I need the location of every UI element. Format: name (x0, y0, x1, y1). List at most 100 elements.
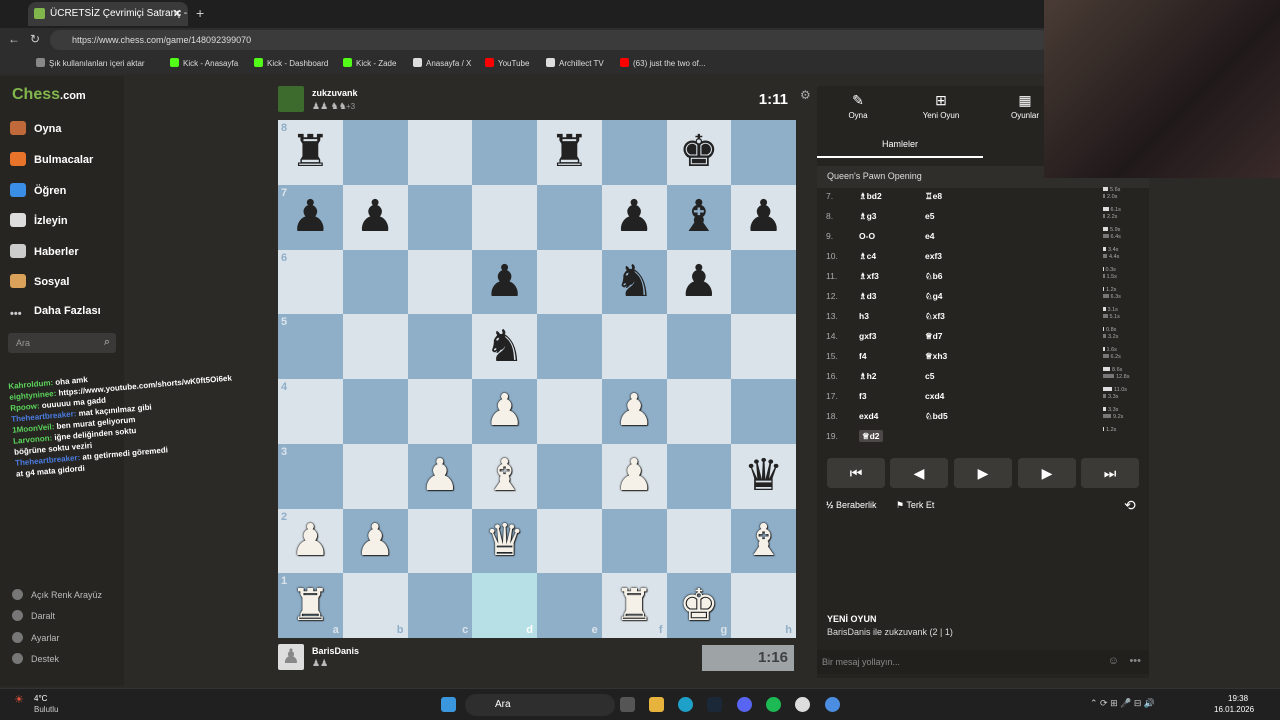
square-b3[interactable] (342, 443, 408, 509)
avatar[interactable] (278, 86, 304, 112)
nav-play[interactable]: Oyna (10, 121, 62, 135)
square-a3[interactable]: 3 (278, 443, 343, 509)
square-c7[interactable] (407, 184, 473, 250)
bookmark-kick-home[interactable]: Kick - Anasayfa (170, 58, 238, 68)
epic-icon[interactable] (795, 697, 810, 712)
black-rook-icon[interactable]: ♜ (291, 130, 330, 174)
steam-icon[interactable] (707, 697, 722, 712)
white-bishop-icon[interactable]: ♝ (485, 454, 524, 498)
white-move[interactable]: ♗bd2 (859, 191, 882, 202)
white-pawn-icon[interactable]: ♟ (614, 454, 653, 498)
square-a5[interactable]: 5 (278, 314, 343, 379)
white-bishop-icon[interactable]: ♝ (744, 518, 783, 563)
tab-new-game[interactable]: ⊞ Yeni Oyun (906, 92, 976, 120)
white-move[interactable]: gxf3 (859, 331, 876, 341)
app-icon[interactable] (825, 697, 840, 712)
nav-more[interactable]: ••• Daha Fazlası (10, 305, 101, 322)
black-move[interactable]: ♕d7 (925, 331, 943, 342)
square-b5[interactable] (342, 314, 408, 379)
square-d5[interactable]: ♞ (472, 314, 537, 379)
black-king-icon[interactable]: ♚ (679, 130, 718, 174)
square-d3[interactable]: ♝ (472, 443, 537, 509)
white-move[interactable]: O-O (859, 231, 875, 241)
square-d1[interactable]: d (472, 573, 537, 638)
black-pawn-icon[interactable]: ♟ (355, 195, 394, 239)
gear-icon[interactable]: ⚙ (800, 88, 811, 102)
white-move[interactable]: h3 (859, 311, 869, 321)
black-move[interactable]: e4 (925, 231, 934, 241)
black-knight-icon[interactable]: ♞ (614, 259, 653, 304)
close-tab-icon[interactable]: ✕ (173, 7, 182, 20)
square-g5[interactable] (666, 314, 732, 379)
bookmark-archillect[interactable]: Archillect TV (546, 58, 604, 68)
prev-move-button[interactable]: ◀ (890, 458, 948, 488)
reload-icon[interactable]: ↻ (30, 32, 40, 46)
white-move[interactable]: ♗h2 (859, 371, 877, 382)
new-tab-icon[interactable]: + (196, 5, 204, 21)
white-move[interactable]: ♕d2 (859, 430, 883, 442)
square-a7[interactable]: 7 ♟ (278, 184, 343, 250)
more-dots-icon[interactable]: ••• (1129, 655, 1141, 667)
tray-icons[interactable]: ⌃ ⟳ ⊞ 🎤 ⊟ 🔊 (1090, 698, 1155, 709)
square-a1[interactable]: 1 a ♜ (278, 573, 343, 638)
square-f4[interactable]: ♟ (601, 379, 667, 444)
square-h7[interactable]: ♟ (731, 184, 796, 250)
black-move[interactable]: ♘bd5 (925, 411, 948, 422)
bookmark-kick-dashboard[interactable]: Kick - Dashboard (254, 58, 328, 68)
white-move[interactable]: ♗c4 (859, 251, 876, 262)
spotify-icon[interactable] (766, 697, 781, 712)
avatar[interactable]: ♟ (278, 644, 304, 670)
tab-play[interactable]: ✎ Oyna (823, 92, 893, 120)
square-f6[interactable]: ♞ (601, 249, 667, 315)
square-c2[interactable] (407, 508, 473, 574)
square-e1[interactable]: e (537, 573, 602, 638)
discord-icon[interactable] (737, 697, 752, 712)
black-move[interactable]: cxd4 (925, 391, 944, 401)
emoji-icon[interactable]: ☺ (1108, 655, 1119, 667)
clock-time[interactable]: 19:38 (1228, 694, 1248, 703)
support-button[interactable]: Destek (12, 653, 59, 664)
white-pawn-icon[interactable]: ♟ (485, 389, 524, 433)
nav-news[interactable]: Haberler (10, 244, 79, 258)
white-move[interactable]: exd4 (859, 411, 878, 421)
square-f2[interactable] (601, 508, 667, 574)
square-f7[interactable]: ♟ (601, 184, 667, 250)
back-icon[interactable]: ← (8, 32, 20, 46)
white-move[interactable]: ♗d3 (859, 291, 877, 302)
square-e3[interactable] (537, 443, 602, 509)
square-g6[interactable]: ♟ (666, 249, 732, 315)
black-move[interactable]: e5 (925, 211, 934, 221)
folder-icon[interactable] (649, 697, 664, 712)
black-queen-icon[interactable]: ♛ (744, 454, 783, 498)
square-h8[interactable] (731, 120, 796, 185)
square-h1[interactable]: h (731, 573, 796, 638)
bookmark-x[interactable]: Anasayfa / X (413, 58, 471, 68)
resign-button[interactable]: ⚑ Terk Et (896, 500, 934, 511)
black-pawn-icon[interactable]: ♟ (485, 259, 524, 304)
next-move-button[interactable]: ▶ (1018, 458, 1076, 488)
chess-board[interactable]: 8 ♜ ♜ ♚ 7 ♟ ♟ ♟ ♝ ♟ 6 ♟ ♞ ♟ 5 ♞ 4 ♟ ♟ 3 ♟ ♝ ♟ ♛ 2 ♟ ♟ ♛ ♝ 1 a ♜ b c d e f ♜ g ♚… (278, 120, 796, 638)
white-pawn-icon[interactable]: ♟ (291, 518, 330, 563)
square-a2[interactable]: 2 ♟ (278, 508, 343, 574)
square-f5[interactable] (601, 314, 667, 379)
bookmark-youtube-song[interactable]: (63) just the two of... (620, 58, 705, 68)
square-c4[interactable] (407, 379, 473, 444)
black-move[interactable]: ♘g4 (925, 291, 943, 302)
white-pawn-icon[interactable]: ♟ (614, 389, 653, 433)
black-rook-icon[interactable]: ♜ (550, 130, 589, 174)
square-d4[interactable]: ♟ (472, 379, 537, 444)
square-b7[interactable]: ♟ (342, 184, 408, 250)
square-a6[interactable]: 6 (278, 249, 343, 315)
tab-moves[interactable]: Hamleler (817, 130, 983, 158)
black-move[interactable]: ♖e8 (925, 191, 942, 202)
taskbar-search[interactable]: Ara (465, 694, 615, 716)
square-c1[interactable]: c (407, 573, 473, 638)
square-a4[interactable]: 4 (278, 379, 343, 444)
nav-watch[interactable]: İzleyin (10, 213, 68, 227)
square-f3[interactable]: ♟ (601, 443, 667, 509)
chess-logo[interactable]: Chess.com (12, 86, 86, 104)
black-pawn-icon[interactable]: ♟ (679, 259, 718, 304)
white-move[interactable]: ♗g3 (859, 211, 877, 222)
square-c5[interactable] (407, 314, 473, 379)
square-a8[interactable]: 8 ♜ (278, 120, 343, 185)
